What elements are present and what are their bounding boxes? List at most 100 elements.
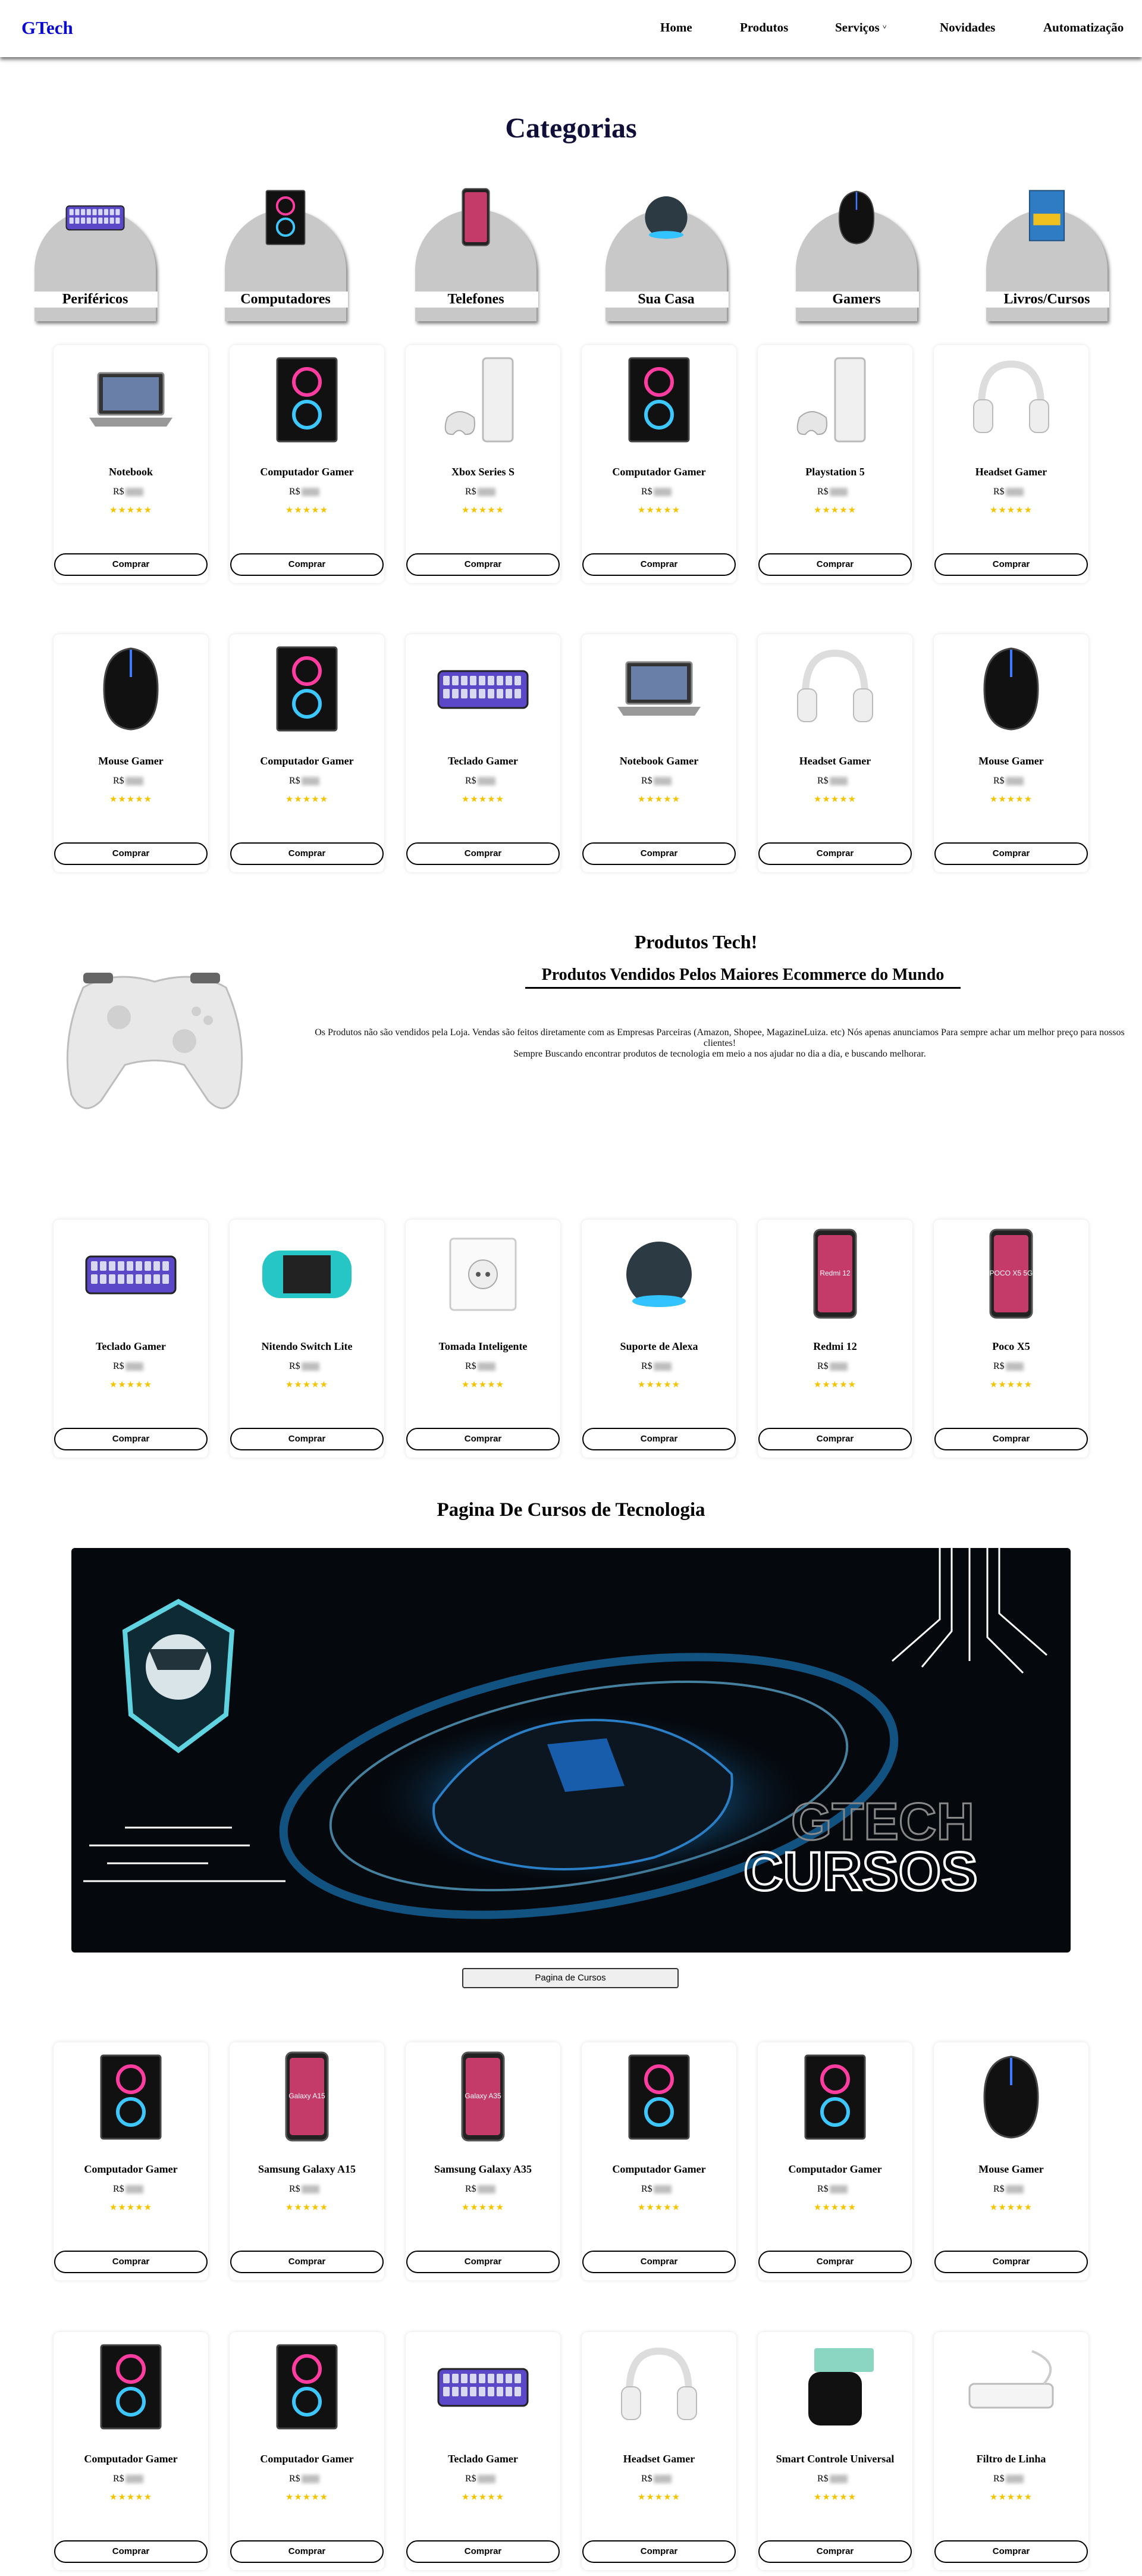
product-image[interactable] [80,1227,181,1321]
buy-button[interactable]: Comprar [582,1428,736,1450]
buy-button[interactable]: Comprar [582,2251,736,2273]
buy-button[interactable]: Comprar [758,2251,912,2273]
buy-button[interactable]: Comprar [54,553,208,576]
category-4[interactable]: Gamers [794,178,919,321]
buy-button[interactable]: Comprar [406,842,560,865]
price-prefix: R$ [465,2474,476,2484]
nav-servicos[interactable]: Serviços ˅ [835,20,887,35]
nav-home[interactable]: Home [660,20,692,35]
product-image[interactable] [80,2339,181,2433]
product-image[interactable]: Galaxy A15 [256,2049,357,2143]
category-0[interactable]: Periféricos [33,178,158,321]
buy-button[interactable]: Comprar [406,1428,560,1450]
buy-button[interactable]: Comprar [934,842,1088,865]
product-image[interactable] [256,2339,357,2433]
buy-button[interactable]: Comprar [406,2540,560,2563]
product-image[interactable]: POCO X5 5G [961,1227,1062,1321]
buy-button[interactable]: Comprar [934,2540,1088,2563]
banner-title-line2: CURSOS [743,1841,978,1902]
buy-button[interactable]: Comprar [758,842,912,865]
product-image[interactable] [608,1227,710,1321]
buy-button[interactable]: Comprar [582,842,736,865]
product-price: R$ [817,2474,848,2484]
product-image[interactable] [608,2339,710,2433]
courses-banner[interactable]: GTECH CURSOS [71,1548,1071,1953]
buy-button[interactable]: Comprar [230,1428,384,1450]
product-image[interactable] [432,352,534,446]
product-image[interactable] [80,2049,181,2143]
buy-button[interactable]: Comprar [230,842,384,865]
buy-button[interactable]: Comprar [934,2251,1088,2273]
buy-button[interactable]: Comprar [934,1428,1088,1450]
product-image[interactable] [961,352,1062,446]
product-image[interactable] [256,352,357,446]
navbar: GTech Home Produtos Serviços ˅ Novidades… [0,0,1142,57]
product-name: Poco X5 [992,1340,1030,1352]
buy-button[interactable]: Comprar [758,553,912,576]
nav-novidades[interactable]: Novidades [940,20,995,35]
product-card: Headset Gamer R$ ★★★★★ Comprar [934,345,1088,583]
product-image[interactable] [785,2339,886,2433]
product-image[interactable] [785,2049,886,2143]
nav-automatizacao[interactable]: Automatização [1043,20,1124,35]
product-image[interactable] [432,1227,534,1321]
buy-button[interactable]: Comprar [230,553,384,576]
buy-button[interactable]: Comprar [758,2540,912,2563]
product-card: Computador Gamer R$ ★★★★★ Comprar [582,345,736,583]
product-image[interactable]: Galaxy A35 [432,2049,534,2143]
category-3[interactable]: Sua Casa [604,178,729,321]
product-image[interactable] [608,641,710,735]
product-image[interactable] [961,641,1062,735]
product-image[interactable] [961,2339,1062,2433]
logo[interactable]: GTech [21,17,73,39]
buy-button[interactable]: Comprar [406,553,560,576]
price-blurred [653,777,672,786]
product-card: Notebook R$ ★★★★★ Comprar [54,345,208,583]
tech-description: Os Produtos não são vendidos pela Loja. … [300,1027,1139,1060]
product-image[interactable] [785,641,886,735]
buy-button[interactable]: Comprar [54,2251,208,2273]
product-image[interactable] [256,1227,357,1321]
buy-button[interactable]: Comprar [582,2540,736,2563]
product-card: Teclado Gamer R$ ★★★★★ Comprar [406,2332,560,2570]
product-price: R$ [817,1361,848,1372]
product-card: Computador Gamer R$ ★★★★★ Comprar [230,2332,384,2570]
product-image[interactable] [608,2049,710,2143]
buy-button[interactable]: Comprar [230,2251,384,2273]
category-2[interactable]: Telefones [413,178,538,321]
product-image[interactable] [432,641,534,735]
product-image[interactable]: Redmi 12 [785,1227,886,1321]
category-5[interactable]: Livros/Cursos [984,178,1109,321]
product-price: R$ [641,1361,672,1372]
rating-stars: ★★★★★ [109,2493,153,2502]
buy-button[interactable]: Comprar [406,2251,560,2273]
product-price: R$ [641,2474,672,2484]
buy-button[interactable]: Comprar [934,553,1088,576]
buy-button[interactable]: Comprar [54,842,208,865]
product-image[interactable] [80,641,181,735]
product-image[interactable] [785,352,886,446]
price-blurred [653,1362,672,1371]
product-image[interactable] [608,352,710,446]
rating-stars: ★★★★★ [989,2493,1033,2502]
category-1[interactable]: Computadores [223,178,348,321]
product-price: R$ [641,487,672,497]
buy-button[interactable]: Comprar [54,1428,208,1450]
buy-button[interactable]: Comprar [230,2540,384,2563]
product-name: Computador Gamer [612,466,706,478]
product-image[interactable] [961,2049,1062,2143]
buy-button[interactable]: Comprar [54,2540,208,2563]
product-image[interactable] [80,352,181,446]
product-price: R$ [289,2474,319,2484]
nav-produtos[interactable]: Produtos [740,20,788,35]
price-prefix: R$ [465,776,476,786]
courses-page-button[interactable]: Pagina de Cursos [462,1968,679,1988]
product-price: R$ [641,2184,672,2195]
buy-button[interactable]: Comprar [758,1428,912,1450]
buy-button[interactable]: Comprar [582,553,736,576]
product-price: R$ [465,2184,495,2195]
product-price: R$ [113,2474,143,2484]
product-image[interactable] [256,641,357,735]
product-image[interactable] [432,2339,534,2433]
rating-stars: ★★★★★ [989,795,1033,804]
